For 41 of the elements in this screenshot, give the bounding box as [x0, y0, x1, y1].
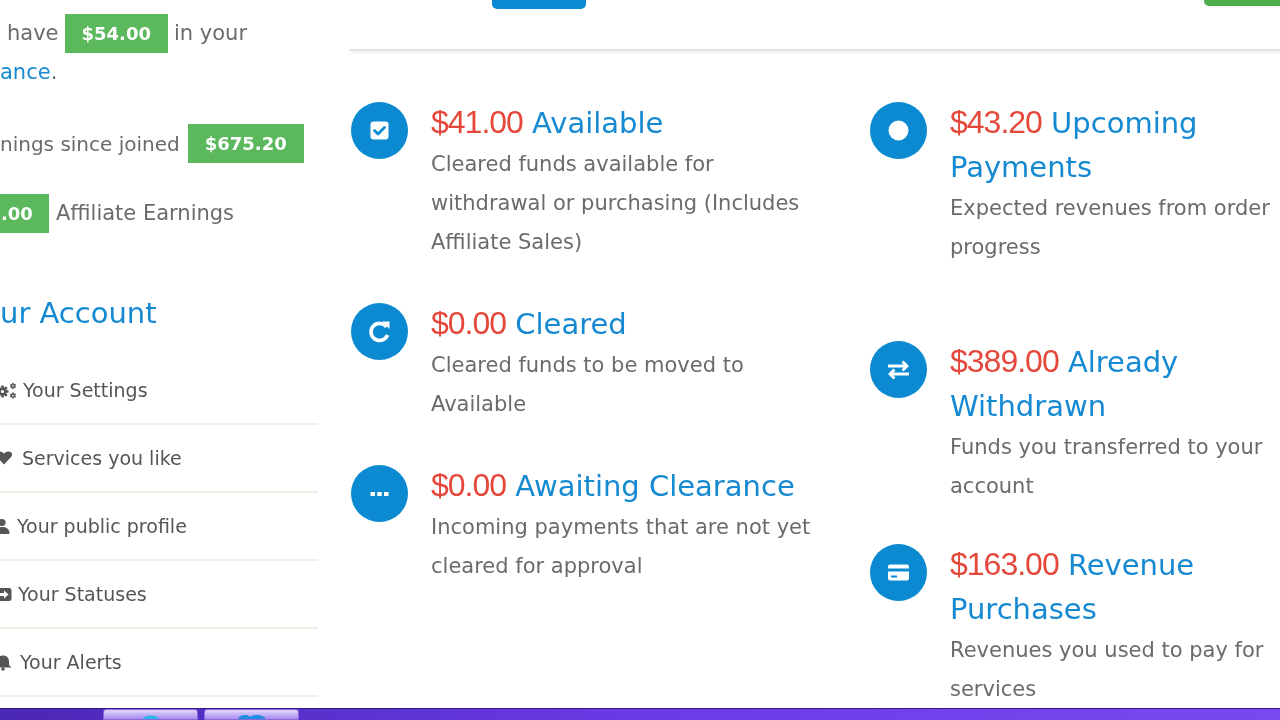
bell-icon	[0, 653, 12, 671]
refresh-icon	[351, 303, 408, 360]
balance-text: have	[7, 19, 59, 47]
stat-heading: $163.00 Revenue Purchases	[950, 545, 1196, 628]
balance-link[interactable]: ance	[0, 60, 51, 84]
stat-description: Cleared funds to be moved to Available	[431, 352, 745, 418]
sidebar-menu-item[interactable]: Your Alerts	[0, 629, 318, 697]
gears-icon	[0, 381, 17, 399]
amount-badge: $675.20	[187, 124, 304, 163]
stat-description: Incoming payments that are not yet cleared for approval	[431, 514, 812, 580]
sidebar-menu-item[interactable]: Services you like	[0, 425, 318, 493]
user-icon	[0, 518, 10, 534]
sidebar-menu-item[interactable]: Your Statuses	[0, 561, 318, 629]
ellipsis-icon	[351, 465, 408, 522]
stat-heading: $41.00 Available	[431, 103, 664, 142]
amount-badge: $54.00	[64, 14, 168, 53]
app-icon	[237, 715, 266, 719]
stat-description: Expected revenues from order progress	[950, 195, 1271, 261]
balance-text: in your	[174, 19, 248, 47]
sidebar-menu-item[interactable]: Your public profile	[0, 493, 318, 561]
stat-heading: $389.00 Already Withdrawn	[950, 342, 1180, 425]
sidebar-heading: ur Account	[0, 295, 157, 332]
stat-heading: $0.00 Awaiting Clearance	[431, 466, 795, 505]
checkbox-icon	[351, 102, 408, 159]
stat-heading: $43.20 Upcoming Payments	[950, 103, 1199, 186]
credit-card-icon	[870, 544, 927, 601]
sidebar-menu-item[interactable]: Your Settings	[0, 357, 318, 425]
heart-icon	[0, 451, 14, 465]
balance-text: ance.	[0, 59, 58, 86]
swap-arrows-icon	[870, 341, 927, 398]
amount-badge: .00	[0, 194, 49, 233]
taskbar-button[interactable]	[103, 709, 198, 720]
earnings-label: nings since joined	[0, 130, 180, 158]
stat-heading: $0.00 Cleared	[431, 304, 627, 343]
dot-circle-icon	[870, 102, 927, 159]
stat-description: Cleared funds available for withdrawal or purchasing (Includes Affiliate Sales)	[431, 151, 801, 256]
stat-description: Funds you transferred to your account	[950, 434, 1264, 500]
stat-description: Revenues you used to pay for services	[950, 637, 1265, 703]
taskbar-button[interactable]	[204, 709, 299, 720]
sign-in-icon	[0, 586, 12, 602]
affiliate-label: Affiliate Earnings	[55, 199, 235, 227]
